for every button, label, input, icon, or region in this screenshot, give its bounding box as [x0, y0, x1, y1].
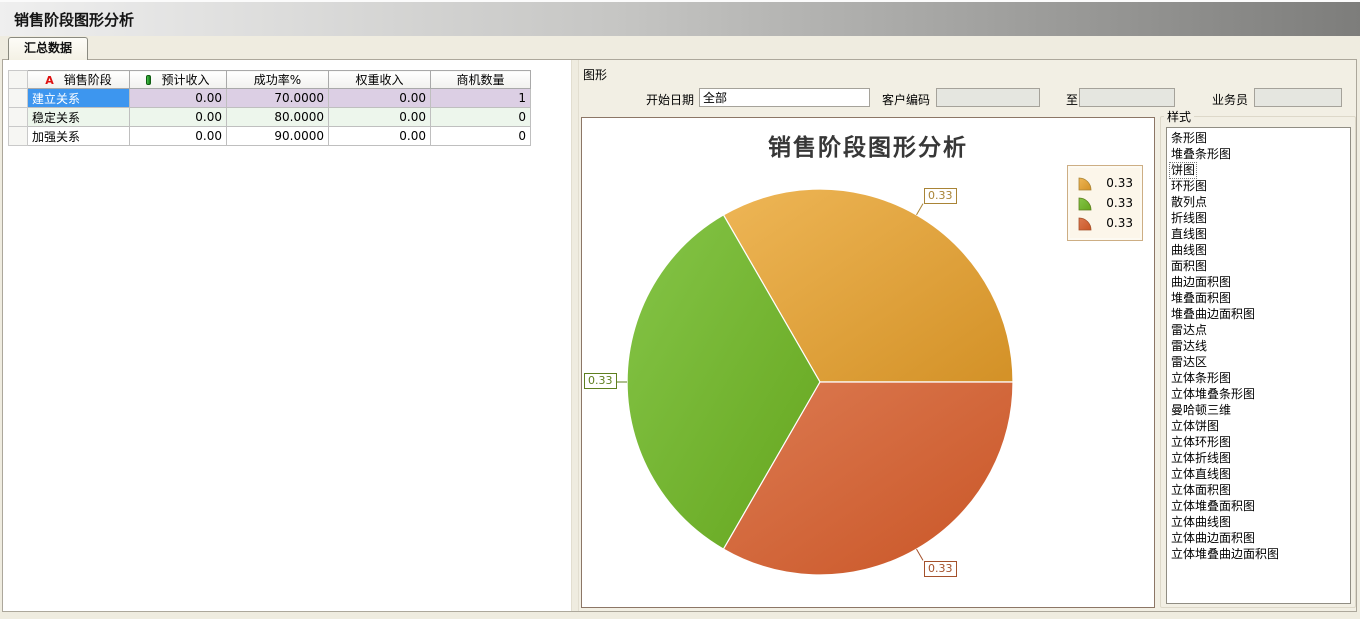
numeric-type-icon: [146, 75, 151, 85]
style-list-item[interactable]: 立体曲线图: [1169, 514, 1350, 530]
column-header-success[interactable]: 成功率%: [227, 71, 329, 89]
style-list-item[interactable]: 立体折线图: [1169, 450, 1350, 466]
style-list-item[interactable]: 曲线图: [1169, 242, 1350, 258]
to-date-input[interactable]: [1079, 88, 1175, 107]
style-list-item[interactable]: 堆叠条形图: [1169, 146, 1350, 162]
style-list-item[interactable]: 饼图: [1169, 162, 1350, 178]
style-list-item[interactable]: 条形图: [1169, 130, 1350, 146]
style-list: 条形图 堆叠条形图 饼图 环形图 散列点 折线图 直线图 曲线图 面积图 曲边面…: [1166, 127, 1351, 604]
legend-value: 0.33: [1106, 216, 1133, 230]
legend-value: 0.33: [1106, 196, 1133, 210]
cell-stage[interactable]: 稳定关系: [28, 108, 130, 127]
salesman-input[interactable]: [1254, 88, 1342, 107]
style-list-item[interactable]: 立体堆叠条形图: [1169, 386, 1350, 402]
column-header-expected[interactable]: 预计收入: [130, 71, 227, 89]
style-list-item[interactable]: 环形图: [1169, 178, 1350, 194]
legend-item: 0.33: [1077, 213, 1133, 233]
cell-count[interactable]: 0: [431, 127, 531, 146]
cell-count[interactable]: 1: [431, 89, 531, 108]
cell-expected[interactable]: 0.00: [130, 127, 227, 146]
style-list-item[interactable]: 立体曲边面积图: [1169, 530, 1350, 546]
style-list-item[interactable]: 雷达点: [1169, 322, 1350, 338]
style-list-item[interactable]: 雷达区: [1169, 354, 1350, 370]
style-list-item[interactable]: 面积图: [1169, 258, 1350, 274]
cell-weighted[interactable]: 0.00: [329, 108, 431, 127]
legend-value: 0.33: [1106, 176, 1133, 190]
table-row: 稳定关系 0.00 80.0000 0.00 0: [9, 108, 531, 127]
style-list-item[interactable]: 立体堆叠面积图: [1169, 498, 1350, 514]
cell-expected[interactable]: 0.00: [130, 89, 227, 108]
row-header[interactable]: [9, 89, 28, 108]
chart-area: 销售阶段图形分析 0.330.330.33 0.330.330.33: [581, 117, 1155, 608]
salesman-label: 业务员: [1212, 91, 1248, 108]
row-header[interactable]: [9, 127, 28, 146]
style-list-item[interactable]: 曼哈顿三维: [1169, 402, 1350, 418]
column-header-weighted[interactable]: 权重收入: [329, 71, 431, 89]
style-list-item[interactable]: 直线图: [1169, 226, 1350, 242]
start-date-label: 开始日期: [646, 91, 694, 108]
style-panel-label: 样式: [1164, 108, 1194, 125]
cell-count[interactable]: 0: [431, 108, 531, 127]
style-list-item[interactable]: 曲边面积图: [1169, 274, 1350, 290]
pie-label-leader: [917, 549, 924, 560]
pie-label-leader: [917, 204, 924, 215]
chart-legend: 0.33 0.33 0.33: [1067, 165, 1143, 241]
cell-weighted[interactable]: 0.00: [329, 127, 431, 146]
cell-success[interactable]: 80.0000: [227, 108, 329, 127]
pie-data-label: 0.33: [584, 373, 617, 389]
page-title: 销售阶段图形分析: [14, 9, 134, 30]
cell-stage[interactable]: 加强关系: [28, 127, 130, 146]
style-list-item[interactable]: 立体条形图: [1169, 370, 1350, 386]
graph-panel-label: 图形: [583, 66, 607, 83]
style-list-item[interactable]: 立体饼图: [1169, 418, 1350, 434]
style-list-item[interactable]: 折线图: [1169, 210, 1350, 226]
style-list-item[interactable]: 立体环形图: [1169, 434, 1350, 450]
legend-swatch-icon: [1077, 195, 1099, 211]
style-list-item[interactable]: 雷达线: [1169, 338, 1350, 354]
app-window: 销售阶段图形分析 汇总数据 A销售阶段 预计收入 成功率% 权重收入 商机数量 …: [0, 0, 1360, 619]
row-header[interactable]: [9, 108, 28, 127]
pie-data-label: 0.33: [924, 561, 957, 577]
summary-table: A销售阶段 预计收入 成功率% 权重收入 商机数量 建立关系 0.00 70.0…: [8, 70, 531, 146]
tab-summary-data[interactable]: 汇总数据: [8, 37, 88, 60]
table-row: 建立关系 0.00 70.0000 0.00 1: [9, 89, 531, 108]
cell-success[interactable]: 70.0000: [227, 89, 329, 108]
legend-item: 0.33: [1077, 173, 1133, 193]
customer-code-label: 客户编码: [882, 91, 930, 108]
style-list-item[interactable]: 堆叠曲边面积图: [1169, 306, 1350, 322]
customer-code-input[interactable]: [936, 88, 1040, 107]
cell-success[interactable]: 90.0000: [227, 127, 329, 146]
pie-data-label: 0.33: [924, 188, 957, 204]
panel-splitter[interactable]: [571, 60, 579, 611]
style-list-item[interactable]: 立体直线图: [1169, 466, 1350, 482]
column-header-count[interactable]: 商机数量: [431, 71, 531, 89]
window-titlebar: 销售阶段图形分析: [0, 0, 1360, 36]
to-label: 至: [1066, 91, 1078, 108]
style-list-item[interactable]: 散列点: [1169, 194, 1350, 210]
table-row: 加强关系 0.00 90.0000 0.00 0: [9, 127, 531, 146]
style-list-item[interactable]: 堆叠面积图: [1169, 290, 1350, 306]
cell-weighted[interactable]: 0.00: [329, 89, 431, 108]
legend-swatch-icon: [1077, 175, 1099, 191]
row-header-corner: [9, 71, 28, 89]
style-list-item[interactable]: 立体堆叠曲边面积图: [1169, 546, 1350, 562]
style-list-item[interactable]: 立体面积图: [1169, 482, 1350, 498]
cell-expected[interactable]: 0.00: [130, 108, 227, 127]
table-header-row: A销售阶段 预计收入 成功率% 权重收入 商机数量: [9, 71, 531, 89]
legend-item: 0.33: [1077, 193, 1133, 213]
legend-swatch-icon: [1077, 215, 1099, 231]
column-header-stage[interactable]: A销售阶段: [28, 71, 130, 89]
text-type-icon: A: [45, 74, 54, 87]
start-date-input[interactable]: [699, 88, 870, 107]
cell-stage-selected[interactable]: 建立关系: [28, 89, 130, 108]
